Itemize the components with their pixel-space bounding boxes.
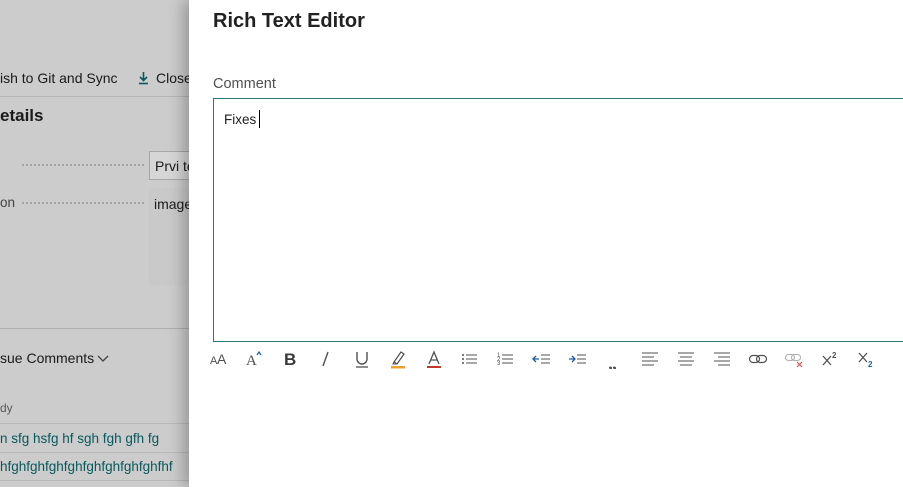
align-left-icon (642, 352, 658, 366)
font-size-icon: AA (210, 351, 227, 367)
font-button[interactable]: A (240, 346, 268, 372)
decrease-indent-button[interactable] (528, 346, 556, 372)
svg-text:2: 2 (868, 360, 873, 369)
align-center-button[interactable] (672, 346, 700, 372)
increase-indent-icon (569, 354, 586, 364)
svg-text:A: A (217, 351, 227, 367)
numbered-list-button[interactable]: 123 (492, 346, 520, 372)
subscript-icon: 2 (858, 352, 873, 369)
unlink-icon (784, 353, 803, 368)
quote-icon: „ (608, 353, 617, 369)
align-left-button[interactable] (636, 346, 664, 372)
quote-button[interactable]: „ (600, 346, 628, 372)
formatting-toolbar: AA A B 123 „ 2 2 (210, 346, 903, 372)
underline-icon (356, 352, 368, 368)
remove-link-button[interactable] (780, 346, 808, 372)
text-caret (259, 110, 261, 128)
rich-text-editor-dialog: Rich Text Editor Comment Fixes AA A B 1 … (189, 0, 903, 487)
svg-text:A: A (246, 353, 257, 369)
italic-icon (322, 351, 329, 367)
superscript-button[interactable]: 2 (816, 346, 844, 372)
bullet-list-button[interactable] (456, 346, 484, 372)
font-color-icon (427, 350, 441, 368)
editor-text: Fixes (224, 111, 257, 127)
highlight-button[interactable] (384, 346, 412, 372)
svg-text:„: „ (608, 353, 617, 369)
link-icon (748, 354, 768, 364)
font-icon: A (246, 350, 262, 369)
svg-text:2: 2 (832, 351, 837, 360)
highlight-icon (391, 351, 405, 369)
bullet-list-icon (462, 354, 477, 364)
svg-text:B: B (284, 350, 296, 369)
insert-link-button[interactable] (744, 346, 772, 372)
font-color-button[interactable] (420, 346, 448, 372)
align-center-icon (678, 352, 694, 366)
comment-field-label: Comment (213, 76, 276, 92)
superscript-icon: 2 (822, 351, 837, 366)
bold-button[interactable]: B (276, 346, 304, 372)
numbered-list-icon: 123 (497, 353, 513, 367)
italic-button[interactable] (312, 346, 340, 372)
comment-editor[interactable]: Fixes (213, 98, 903, 342)
bold-icon: B (284, 350, 296, 369)
subscript-button[interactable]: 2 (852, 346, 880, 372)
editor-content[interactable]: Fixes (224, 110, 261, 128)
increase-indent-button[interactable] (564, 346, 592, 372)
underline-button[interactable] (348, 346, 376, 372)
align-right-icon (714, 352, 730, 366)
dialog-title: Rich Text Editor (213, 10, 365, 32)
decrease-indent-icon (532, 354, 550, 364)
font-size-button[interactable]: AA (204, 346, 232, 372)
svg-text:3: 3 (497, 361, 501, 367)
align-right-button[interactable] (708, 346, 736, 372)
